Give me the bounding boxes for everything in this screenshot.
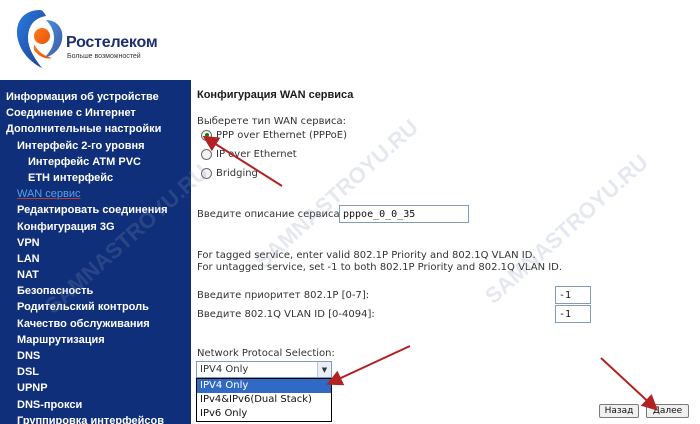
chevron-down-icon[interactable]: ▼ (317, 362, 331, 377)
sidebar-item-lan[interactable]: LAN (0, 251, 191, 267)
option-dual-stack[interactable]: IPv4&IPv6(Dual Stack) (197, 393, 331, 407)
sidebar-item-parental-control[interactable]: Родительский контроль (0, 299, 191, 315)
protocol-label: Network Protocal Selection: (197, 348, 335, 359)
vlan-id-label: Введите 802.1Q VLAN ID [0-4094]: (197, 309, 375, 320)
back-button[interactable]: Назад (599, 404, 639, 418)
priority-input[interactable] (555, 286, 591, 304)
next-button[interactable]: Далее (646, 404, 689, 418)
sidebar-item-device-info[interactable]: Информация об устройстве (0, 89, 191, 105)
option-ipv6-only[interactable]: IPv6 Only (197, 407, 331, 421)
sidebar-item-advanced-settings[interactable]: Дополнительные настройки (0, 121, 191, 137)
radio-ipoe[interactable]: IP over Ethernet (201, 147, 297, 161)
sidebar-item-routing[interactable]: Маршрутизация (0, 332, 191, 348)
radio-label: IP over Ethernet (216, 148, 297, 160)
description-input[interactable] (339, 205, 469, 223)
brand-name: Ростелеком (66, 34, 158, 51)
protocol-select[interactable]: IPV4 Only ▼ (196, 361, 332, 378)
sidebar-item-layer2-interface[interactable]: Интерфейс 2-го уровня (0, 138, 191, 154)
rostelecom-logo-icon (16, 10, 63, 68)
sidebar-item-edit-connections[interactable]: Редактировать соединения (0, 202, 191, 218)
sidebar-item-3g-config[interactable]: Конфигурация 3G (0, 219, 191, 235)
page-title: Конфигурация WAN сервиса (197, 89, 354, 101)
protocol-select-value: IPV4 Only (200, 364, 249, 375)
sidebar-item-security[interactable]: Безопасность (0, 283, 191, 299)
option-ipv4-only[interactable]: IPV4 Only (197, 379, 331, 393)
protocol-dropdown: IPV4 Only IPv4&IPv6(Dual Stack) IPv6 Onl… (196, 378, 332, 422)
radio-bridging[interactable]: Bridging (201, 166, 258, 180)
sidebar-item-upnp[interactable]: UPNP (0, 380, 191, 396)
brand-tagline: Больше возможностей (67, 53, 141, 60)
radio-button[interactable] (201, 167, 212, 179)
wan-type-label: Выберете тип WAN сервиса: (197, 116, 346, 127)
description-label: Введите описание сервиса: (197, 209, 344, 220)
radio-label: Bridging (216, 167, 258, 179)
sidebar-item-eth-interface[interactable]: ETH интерфейс (0, 170, 191, 186)
sidebar-item-dsl[interactable]: DSL (0, 364, 191, 380)
sidebar-item-wan-service[interactable]: WAN сервис (0, 186, 191, 202)
sidebar-item-dns-proxy[interactable]: DNS-прокси (0, 397, 191, 413)
radio-pppoe[interactable]: PPP over Ethernet (PPPoE) (201, 128, 347, 142)
header: Ростелеком Больше возможностей (0, 0, 700, 80)
radio-button[interactable] (201, 129, 212, 141)
sidebar-item-nat[interactable]: NAT (0, 267, 191, 283)
sidebar-item-qos[interactable]: Качество обслуживания (0, 316, 191, 332)
radio-label: PPP over Ethernet (PPPoE) (216, 129, 347, 141)
sidebar-item-interface-grouping[interactable]: Группировка интерфейсов (0, 413, 191, 424)
sidebar: Информация об устройстве Соединение с Ин… (0, 80, 191, 424)
sidebar-item-atm-pvc-interface[interactable]: Интерфейс ATM PVC (0, 154, 191, 170)
vlan-id-input[interactable] (555, 305, 591, 323)
vlan-note-untagged: For untagged service, set -1 to both 802… (197, 262, 563, 273)
priority-label: Введите приоритет 802.1P [0-7]: (197, 290, 370, 301)
sidebar-item-internet-connection[interactable]: Соединение с Интернет (0, 105, 191, 121)
wan-service-form: Конфигурация WAN сервиса Выберете тип WA… (196, 80, 700, 424)
sidebar-item-vpn[interactable]: VPN (0, 235, 191, 251)
vlan-note-tagged: For tagged service, enter valid 802.1P P… (197, 250, 536, 261)
sidebar-item-dns[interactable]: DNS (0, 348, 191, 364)
radio-button[interactable] (201, 148, 212, 160)
